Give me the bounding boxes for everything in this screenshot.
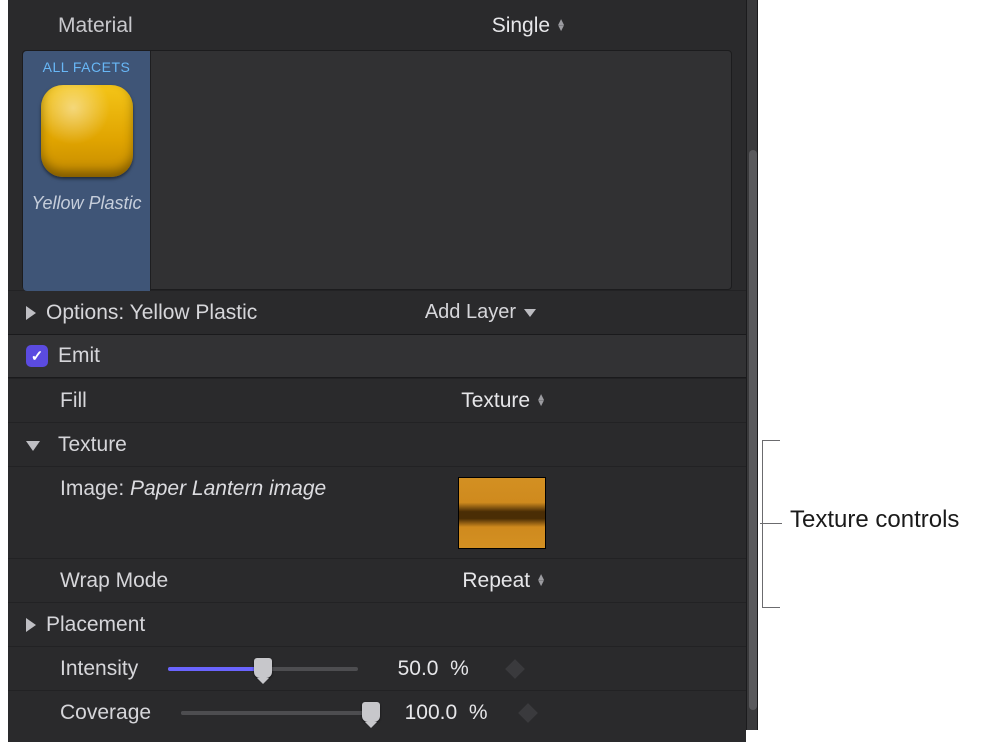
material-swatch[interactable]	[41, 85, 133, 177]
texture-image-row: Image: Paper Lantern image	[8, 466, 746, 558]
callout-label: Texture controls	[790, 506, 959, 534]
callout-bracket-stem	[760, 523, 782, 524]
scroll-thumb[interactable]	[749, 150, 757, 710]
keyframe-icon[interactable]	[505, 659, 525, 679]
wrap-mode-row: Wrap Mode Repeat ▲▼	[8, 558, 746, 602]
image-name-value: Paper Lantern image	[130, 477, 326, 500]
coverage-row: Coverage 100.0 %	[8, 690, 746, 734]
material-header-row: Material Single ▲▼	[8, 0, 746, 44]
fill-value: Texture	[461, 389, 530, 413]
coverage-value[interactable]: 100.0 %	[371, 701, 521, 725]
placement-row: Placement	[8, 602, 746, 646]
material-well: ALL FACETS Yellow Plastic	[22, 50, 732, 290]
callout-bracket	[762, 440, 780, 608]
facet-header: ALL FACETS	[43, 59, 131, 75]
disclosure-icon[interactable]	[26, 618, 36, 632]
placement-label: Placement	[46, 613, 145, 637]
wrap-mode-dropdown[interactable]: Repeat ▲▼	[462, 569, 546, 593]
wrap-mode-value: Repeat	[462, 569, 530, 593]
wrap-mode-label: Wrap Mode	[60, 569, 168, 593]
facet-card[interactable]: ALL FACETS Yellow Plastic	[23, 51, 151, 291]
material-swatch-label: Yellow Plastic	[31, 193, 141, 214]
intensity-value[interactable]: 50.0 %	[358, 657, 508, 681]
options-label: Options: Yellow Plastic	[46, 301, 257, 325]
texture-image-well[interactable]	[458, 477, 546, 549]
intensity-label: Intensity	[60, 657, 138, 681]
disclosure-icon[interactable]	[26, 306, 36, 320]
disclosure-open-icon[interactable]	[26, 441, 40, 451]
material-label: Material	[58, 14, 133, 38]
texture-section-row: Texture	[8, 422, 746, 466]
inspector-panel: Material Single ▲▼ ALL FACETS Yellow Pla…	[8, 0, 746, 742]
panel-scrollbar[interactable]	[746, 0, 758, 730]
fill-label: Fill	[60, 389, 87, 413]
intensity-row: Intensity 50.0 %	[8, 646, 746, 690]
intensity-slider[interactable]	[168, 657, 358, 681]
emit-label: Emit	[58, 344, 100, 368]
material-mode-value: Single	[492, 14, 550, 38]
emit-checkbox[interactable]: ✓	[26, 345, 48, 367]
fill-dropdown[interactable]: Texture ▲▼	[461, 389, 546, 413]
options-row: Options: Yellow Plastic Add Layer	[8, 290, 746, 334]
coverage-slider[interactable]	[181, 701, 371, 725]
add-layer-label: Add Layer	[425, 301, 516, 324]
updown-icon: ▲▼	[536, 575, 546, 587]
updown-icon: ▲▼	[536, 395, 546, 407]
add-layer-button[interactable]: Add Layer	[425, 301, 536, 324]
fill-row: Fill Texture ▲▼	[8, 378, 746, 422]
material-mode-dropdown[interactable]: Single ▲▼	[492, 14, 566, 38]
updown-icon: ▲▼	[556, 20, 566, 32]
keyframe-icon[interactable]	[518, 703, 538, 723]
texture-section-label: Texture	[58, 433, 127, 457]
texture-image-label: Image: Paper Lantern image	[60, 477, 326, 501]
emit-row: ✓ Emit	[8, 334, 746, 378]
image-label-prefix: Image:	[60, 477, 124, 500]
coverage-label: Coverage	[60, 701, 151, 725]
chevron-down-icon	[524, 309, 536, 317]
